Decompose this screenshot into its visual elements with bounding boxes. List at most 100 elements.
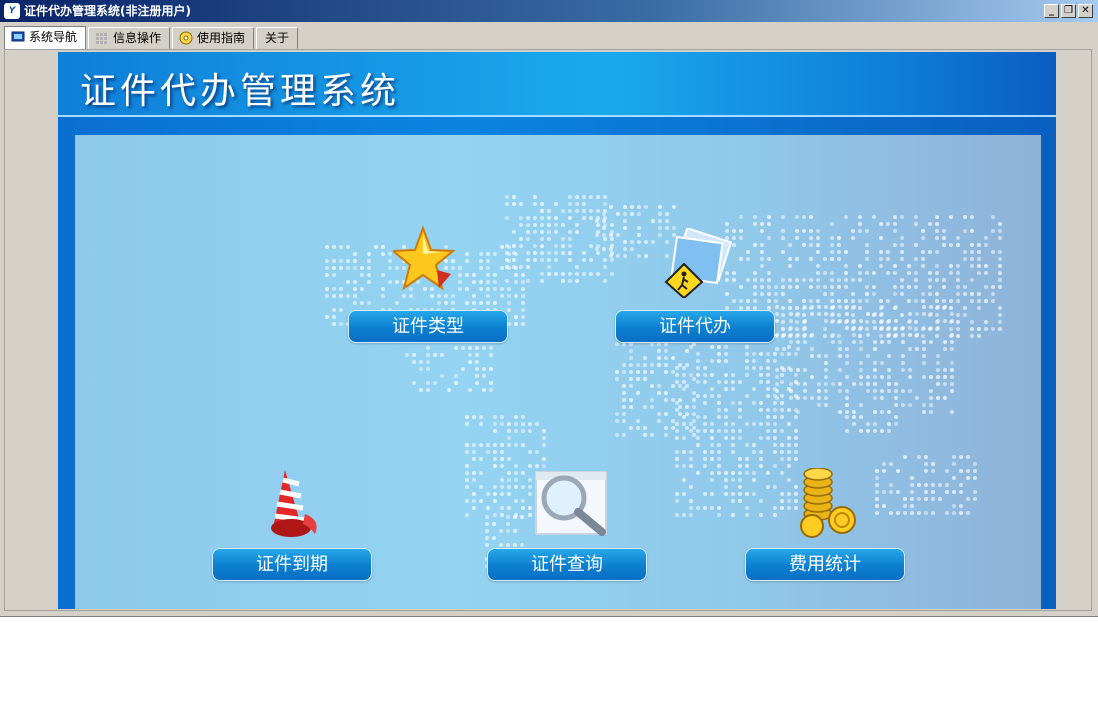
tab-about[interactable]: 关于 bbox=[256, 27, 298, 49]
cert-expiry-button[interactable]: 证件到期 bbox=[212, 548, 372, 581]
map-dot bbox=[838, 340, 842, 344]
map-dot bbox=[767, 292, 771, 296]
map-dot bbox=[773, 359, 777, 363]
map-dot bbox=[942, 229, 946, 233]
cert-agency-button[interactable]: 证件代办 bbox=[615, 310, 775, 343]
map-dot bbox=[956, 271, 960, 275]
map-dot bbox=[540, 230, 544, 234]
tab-info-ops[interactable]: 信息操作 bbox=[88, 27, 170, 49]
map-dot bbox=[507, 287, 511, 291]
map-dot bbox=[844, 278, 848, 282]
map-dot bbox=[500, 457, 504, 461]
map-dot bbox=[789, 326, 793, 330]
map-dot bbox=[489, 346, 493, 350]
map-dot bbox=[873, 396, 877, 400]
minimize-icon: _ bbox=[1049, 5, 1054, 16]
gold-coins-icon[interactable] bbox=[792, 468, 862, 538]
map-dot bbox=[977, 299, 981, 303]
map-dot bbox=[838, 382, 842, 386]
map-dot bbox=[512, 265, 516, 269]
map-dot bbox=[760, 278, 764, 282]
map-dot bbox=[823, 271, 827, 275]
magnifier-icon[interactable] bbox=[534, 468, 610, 540]
map-dot bbox=[984, 299, 988, 303]
map-dot bbox=[931, 497, 935, 501]
map-dot bbox=[759, 401, 763, 405]
map-dot bbox=[802, 278, 806, 282]
map-dot bbox=[970, 299, 974, 303]
map-dot bbox=[332, 322, 336, 326]
cert-type-button[interactable]: 证件类型 bbox=[348, 310, 508, 343]
map-dot bbox=[367, 252, 371, 256]
map-dot bbox=[810, 333, 814, 337]
map-dot bbox=[901, 368, 905, 372]
map-dot bbox=[465, 415, 469, 419]
map-dot bbox=[851, 229, 855, 233]
map-dot bbox=[866, 312, 870, 316]
map-dot bbox=[780, 415, 784, 419]
map-dot bbox=[889, 490, 893, 494]
map-dot bbox=[865, 285, 869, 289]
map-dot bbox=[568, 272, 572, 276]
map-dot bbox=[485, 536, 489, 540]
map-dot bbox=[738, 464, 742, 468]
map-dot bbox=[823, 257, 827, 261]
map-dot bbox=[914, 320, 918, 324]
map-dot bbox=[852, 340, 856, 344]
map-dot bbox=[966, 476, 970, 480]
fee-stats-button[interactable]: 费用统计 bbox=[745, 548, 905, 581]
map-dot bbox=[682, 366, 686, 370]
map-dot bbox=[724, 415, 728, 419]
map-dot bbox=[809, 229, 813, 233]
map-dot bbox=[908, 375, 912, 379]
map-dot bbox=[519, 202, 523, 206]
map-dot bbox=[745, 513, 749, 517]
map-dot bbox=[774, 299, 778, 303]
map-dot bbox=[658, 212, 662, 216]
map-dot bbox=[493, 273, 497, 277]
title-bar[interactable]: Y 证件代办管理系统(非注册用户) _ ❐ ✕ bbox=[0, 0, 1098, 22]
map-dot bbox=[346, 294, 350, 298]
tab-system-nav[interactable]: 系统导航 bbox=[4, 26, 86, 50]
map-dot bbox=[696, 366, 700, 370]
map-dot bbox=[837, 236, 841, 240]
tab-user-guide[interactable]: 使用指南 bbox=[172, 27, 254, 49]
map-dot bbox=[921, 229, 925, 233]
map-dot bbox=[542, 443, 546, 447]
map-dot bbox=[589, 258, 593, 262]
minimize-button[interactable]: _ bbox=[1044, 4, 1059, 18]
map-dot bbox=[887, 319, 891, 323]
documents-pedestrian-icon[interactable] bbox=[662, 228, 734, 298]
map-dot bbox=[540, 223, 544, 227]
map-dot bbox=[724, 478, 728, 482]
map-dot bbox=[505, 265, 509, 269]
map-dot bbox=[998, 236, 1002, 240]
map-dot bbox=[879, 264, 883, 268]
map-dot bbox=[731, 380, 735, 384]
star-icon[interactable] bbox=[393, 224, 457, 296]
map-dot bbox=[907, 271, 911, 275]
map-dot bbox=[533, 223, 537, 227]
map-dot bbox=[873, 410, 877, 414]
map-dot bbox=[935, 292, 939, 296]
map-dot bbox=[858, 334, 862, 338]
map-dot bbox=[887, 422, 891, 426]
map-dot bbox=[602, 219, 606, 223]
map-dot bbox=[924, 483, 928, 487]
map-dot bbox=[775, 347, 779, 351]
map-dot bbox=[910, 490, 914, 494]
map-dot bbox=[970, 264, 974, 268]
restore-button[interactable]: ❐ bbox=[1061, 4, 1076, 18]
map-dot bbox=[505, 251, 509, 255]
map-dot bbox=[866, 389, 870, 393]
map-dot bbox=[575, 265, 579, 269]
map-dot bbox=[465, 422, 469, 426]
map-dot bbox=[845, 354, 849, 358]
cert-query-button[interactable]: 证件查询 bbox=[487, 548, 647, 581]
map-dot bbox=[682, 422, 686, 426]
alarm-bell-icon[interactable] bbox=[255, 468, 325, 540]
close-button[interactable]: ✕ bbox=[1078, 4, 1093, 18]
map-dot bbox=[880, 305, 884, 309]
map-dot bbox=[493, 422, 497, 426]
map-dot bbox=[514, 471, 518, 475]
